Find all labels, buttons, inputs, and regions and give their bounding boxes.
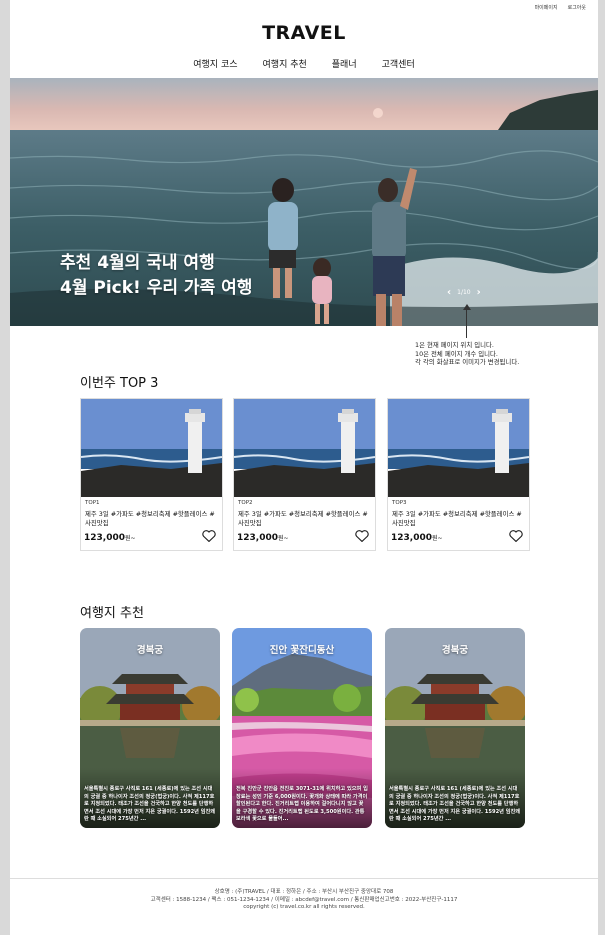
lighthouse-image <box>388 399 529 497</box>
annotation-line-1: 1은 현재 페이지 위치 입니다. <box>415 341 494 349</box>
annotation-line-3: 각 각의 화살표로 이미지가 변경됩니다. <box>415 358 520 366</box>
lighthouse-image <box>81 399 222 497</box>
recommend-title: 여행지 추천 <box>80 606 144 621</box>
price-unit: 원~ <box>125 535 136 542</box>
chevron-right-icon[interactable]: › <box>477 287 481 298</box>
hero-line-2: 4월 Pick! 우리 가족 여행 <box>60 278 253 298</box>
nav-item-planner[interactable]: 플래너 <box>332 57 357 70</box>
nav-item-course[interactable]: 여행지 코스 <box>193 57 237 70</box>
heart-icon[interactable] <box>509 530 523 542</box>
annotation-line-2: 10은 전체 페이지 개수 입니다. <box>415 349 498 358</box>
pager-count: 1/10 <box>457 289 471 296</box>
price-value: 123,000 <box>391 533 432 543</box>
pager-annotation: 1은 현재 페이지 위치 입니다. 10은 전체 페이지 개수 입니다. 각 각… <box>415 341 519 367</box>
price-unit: 원~ <box>432 535 443 542</box>
lighthouse-image <box>234 399 375 497</box>
price: 123,000원~ <box>237 533 289 543</box>
course-desc: 제주 3일 #가파도 #청보리축제 #핫플레이스 #사진맛집 <box>392 510 522 527</box>
price-value: 123,000 <box>237 533 278 543</box>
place-name: 진안 꽃잔디동산 <box>269 645 335 656</box>
rank-label: TOP2 <box>238 500 253 506</box>
top3-card[interactable]: TOP2 제주 3일 #가파도 #청보리축제 #핫플레이스 #사진맛집 123,… <box>233 398 376 551</box>
rank-label: TOP3 <box>392 500 407 506</box>
nav-item-support[interactable]: 고객센터 <box>382 57 415 70</box>
rank-label: TOP1 <box>85 500 100 506</box>
nav-item-recommend[interactable]: 여행지 추천 <box>263 57 307 70</box>
site-logo[interactable]: TRAVEL <box>10 22 598 44</box>
place-name: 경복궁 <box>441 645 469 656</box>
hero-line-1: 추천 4월의 국내 여행 <box>60 253 215 273</box>
logout-link[interactable]: 로그아웃 <box>568 4 586 11</box>
util-links: 마이페이지 로그아웃 <box>535 4 586 11</box>
chevron-left-icon[interactable]: ‹ <box>447 287 451 298</box>
page: 마이페이지 로그아웃 TRAVEL 여행지 코스 여행지 추천 플래너 고객센터 <box>10 0 598 935</box>
annotation-arrow-icon <box>463 304 471 310</box>
top3-card[interactable]: TOP3 제주 3일 #가파도 #청보리축제 #핫플레이스 #사진맛집 123,… <box>387 398 530 551</box>
price: 123,000원~ <box>391 533 443 543</box>
price-value: 123,000 <box>84 533 125 543</box>
mypage-link[interactable]: 마이페이지 <box>535 4 558 11</box>
site-footer: 상호명 : (주)TRAVEL / 대표 : 정하은 / 주소 : 부산시 부산… <box>10 878 598 912</box>
footer-copyright: copyright (c) travel.co.kr all rights re… <box>243 904 365 910</box>
main-nav: 여행지 코스 여행지 추천 플래너 고객센터 <box>10 57 598 70</box>
footer-company: 상호명 : (주)TRAVEL / 대표 : 정하은 / 주소 : 부산시 부산… <box>214 889 394 895</box>
price-unit: 원~ <box>278 535 289 542</box>
place-desc: 서울특별시 종로구 사직로 161 (세종로)에 있는 조선 시대의 궁궐 중 … <box>389 786 521 823</box>
place-name: 경복궁 <box>136 645 164 656</box>
recommend-card[interactable]: 진안 꽃잔디동산 전북 진안군 진안읍 전진로 3071-31에 위치하고 있으… <box>232 628 372 828</box>
annotation-line <box>466 306 467 338</box>
course-desc: 제주 3일 #가파도 #청보리축제 #핫플레이스 #사진맛집 <box>238 510 368 527</box>
place-desc: 서울특별시 종로구 사직로 161 (세종로)에 있는 조선 시대의 궁궐 중 … <box>84 786 216 823</box>
top3-card[interactable]: TOP1 제주 3일 #가파도 #청보리축제 #핫플레이스 #사진맛집 123,… <box>80 398 223 551</box>
place-desc: 전북 진안군 진안읍 전진로 3071-31에 위치하고 있으며 입장료는 성인… <box>236 786 368 823</box>
hero-pager: ‹ 1/10 › <box>447 287 481 298</box>
top3-title: 이번주 TOP 3 <box>80 376 159 391</box>
course-desc: 제주 3일 #가파도 #청보리축제 #핫플레이스 #사진맛집 <box>85 510 215 527</box>
recommend-card[interactable]: 경복궁 서울특별시 종로구 사직로 161 (세종로)에 있는 조선 시대의 궁… <box>80 628 220 828</box>
hero-headline: 추천 4월의 국내 여행 4월 Pick! 우리 가족 여행 <box>60 251 252 301</box>
hero-banner: 추천 4월의 국내 여행 4월 Pick! 우리 가족 여행 ‹ 1/10 › <box>10 78 598 326</box>
heart-icon[interactable] <box>202 530 216 542</box>
price: 123,000원~ <box>84 533 136 543</box>
footer-contact: 고객센터 : 1588-1234 / 팩스 : 051-1234-1234 / … <box>150 896 458 903</box>
heart-icon[interactable] <box>355 530 369 542</box>
recommend-card[interactable]: 경복궁 서울특별시 종로구 사직로 161 (세종로)에 있는 조선 시대의 궁… <box>385 628 525 828</box>
